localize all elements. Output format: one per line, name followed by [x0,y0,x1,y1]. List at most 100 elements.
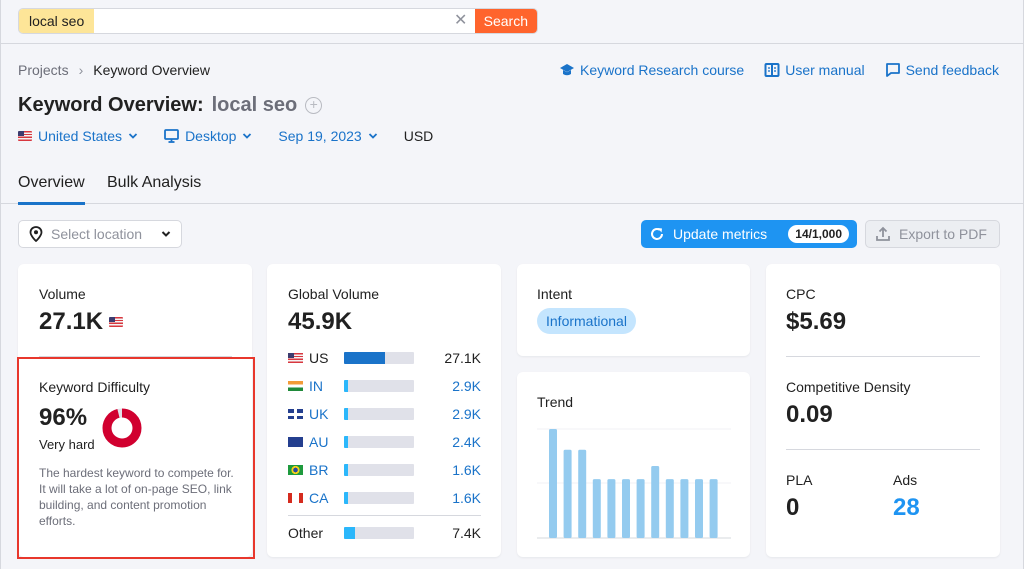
country-code[interactable]: CA [309,490,343,506]
ads-value[interactable]: 28 [893,494,920,522]
page-title-keyword: local seo [211,94,298,116]
chevron-right-icon: › [78,62,84,78]
volume-label: Volume [39,286,86,302]
global-volume-label: Global Volume [288,286,380,302]
update-metrics-label: Update metrics [673,226,768,242]
country-bar-fill [344,352,386,364]
country-row-br: BR 1.6K [288,462,481,478]
country-dropdown[interactable]: United States [18,128,138,144]
trend-bar[interactable] [636,479,645,538]
update-metrics-button[interactable]: Update metrics 14/1,000 [641,220,857,248]
trend-bar[interactable] [549,429,557,538]
other-bar [344,527,414,539]
trend-bar[interactable] [709,479,718,538]
country-code[interactable]: AU [309,434,343,450]
country-value: 27.1K [444,350,481,366]
country-value[interactable]: 1.6K [452,462,481,478]
competitive-density-value: 0.09 [786,401,833,428]
breadcrumb: Projects › Keyword Overview [18,62,210,78]
export-pdf-button[interactable]: Export to PDF [865,220,1000,248]
trend-bar[interactable] [607,479,616,538]
user-manual-link[interactable]: User manual [764,62,865,78]
country-row-au: AU 2.4K [288,434,481,450]
keyword-chip[interactable]: local seo [19,9,95,33]
divider [786,449,980,450]
search-button[interactable]: Search [474,9,537,33]
divider [288,515,481,516]
br-flag-icon [288,465,303,475]
us-flag-icon [288,353,303,363]
country-value[interactable]: 2.9K [452,406,481,422]
add-circle-icon[interactable]: + [305,97,323,114]
country-code[interactable]: IN [309,378,343,394]
device-dropdown[interactable]: Desktop [164,128,252,144]
tab-bulk-analysis[interactable]: Bulk Analysis [107,174,201,202]
divider [786,356,980,357]
trend-card: Trend [517,372,750,557]
trend-bar[interactable] [563,449,572,538]
location-pin-icon [29,226,43,242]
trend-bar[interactable] [665,479,674,538]
us-flag-icon [18,131,32,141]
country-value[interactable]: 2.9K [452,378,481,394]
link-label: Send feedback [905,62,999,78]
country-value[interactable]: 1.6K [452,490,481,506]
filters-row: United States Desktop Sep 19, 2023 USD [18,128,459,144]
country-bar-fill [344,436,349,448]
chevron-down-icon [368,133,377,139]
other-label: Other [288,525,324,541]
breadcrumb-projects[interactable]: Projects [18,62,69,78]
country-bar-fill [344,380,349,392]
country-bar-fill [344,464,349,476]
export-pdf-label: Export to PDF [899,226,987,242]
chat-bubble-icon [885,63,900,77]
country-code[interactable]: BR [309,462,343,478]
chevron-down-icon [161,231,171,237]
update-count-badge: 14/1,000 [788,225,849,243]
country-bar [344,436,414,448]
close-icon[interactable]: ✕ [447,9,475,33]
tab-bar: Overview Bulk Analysis [1,160,1023,205]
country-row-uk: UK 2.9K [288,406,481,422]
send-feedback-link[interactable]: Send feedback [885,62,999,78]
country-value[interactable]: 2.4K [452,434,481,450]
trend-bar[interactable] [680,479,689,538]
tab-overview[interactable]: Overview [18,174,85,205]
search-input[interactable] [94,9,447,33]
ads-label: Ads [893,472,918,488]
trend-bar[interactable] [578,449,587,538]
trend-bar[interactable] [695,479,703,538]
select-location-dropdown[interactable]: Select location [18,220,182,248]
date-dropdown[interactable]: Sep 19, 2023 [278,128,377,144]
cpc-card: CPC $5.69 Competitive Density 0.09 PLA 0… [766,264,1000,557]
global-volume-value: 45.9K [288,308,353,335]
keyword-research-course-link[interactable]: Keyword Research course [559,62,744,78]
location-placeholder: Select location [51,226,143,242]
country-label: United States [38,128,123,144]
page-title: Keyword Overview: local seo + [18,94,323,117]
top-search-bar: local seo ✕ Search [1,0,1023,44]
pla-value: 0 [786,494,800,521]
search-box[interactable]: local seo ✕ Search [18,8,538,34]
device-label: Desktop [185,128,237,144]
trend-bar[interactable] [622,479,630,538]
volume-value: 27.1K [39,308,104,335]
country-bar [344,352,414,364]
country-code: US [309,350,329,366]
uk-flag-icon [288,409,303,419]
trend-bar[interactable] [651,466,660,538]
date-label: Sep 19, 2023 [278,128,362,144]
trend-bar[interactable] [592,479,601,538]
chevron-down-icon [243,133,252,139]
other-bar-fill [344,527,356,539]
volume-value-row: 27.1K [39,308,124,336]
au-flag-icon [288,437,303,447]
country-row-us: US 27.1K [288,350,481,366]
country-code[interactable]: UK [309,406,343,422]
intent-card: Intent Informational [517,264,750,356]
trend-chart [537,428,731,539]
country-bar [344,464,414,476]
pla-label: PLA [786,472,813,488]
breadcrumb-current: Keyword Overview [93,62,210,78]
intent-badge[interactable]: Informational [537,308,636,334]
